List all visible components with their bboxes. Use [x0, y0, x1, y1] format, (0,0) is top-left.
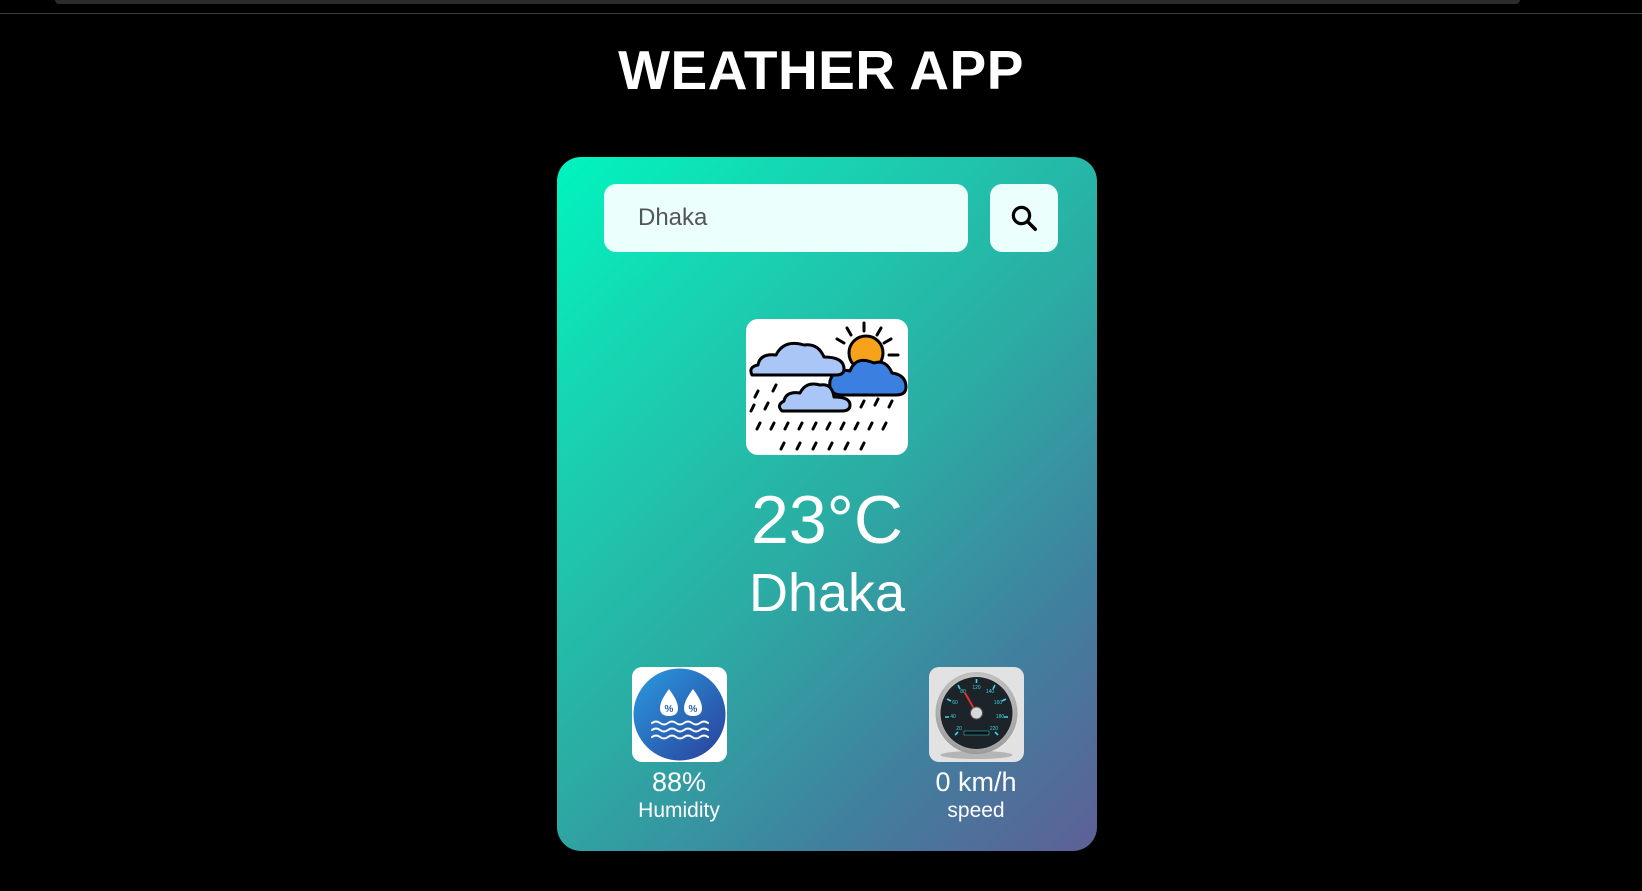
svg-text:120: 120 — [972, 685, 981, 691]
svg-text:20: 20 — [956, 726, 962, 732]
search-icon — [1011, 205, 1037, 231]
svg-text:160: 160 — [993, 700, 1002, 706]
wind-detail: 20 40 60 80 120 140 160 180 220 0 km/h s… — [906, 667, 1046, 823]
humidity-icon: % % — [633, 668, 725, 761]
cloud-sun-rain-icon — [749, 321, 908, 451]
browser-top-bar — [0, 0, 1642, 14]
humidity-label: Humidity — [638, 798, 720, 822]
svg-text:40: 40 — [950, 714, 956, 720]
city-search-input[interactable] — [604, 184, 968, 252]
city-name: Dhaka — [748, 563, 906, 623]
wind-speed-label: speed — [947, 798, 1005, 822]
svg-text:%: % — [688, 704, 697, 715]
humidity-value: 88% — [651, 767, 707, 797]
humidity-detail: % % 88% Humidity — [609, 667, 749, 823]
temperature: 23°C — [751, 482, 903, 558]
svg-text:220: 220 — [989, 726, 998, 732]
svg-text:%: % — [664, 704, 673, 715]
browser-tab-strip — [55, 0, 1520, 4]
speedometer-icon: 20 40 60 80 120 140 160 180 220 — [935, 672, 1017, 759]
search-button[interactable] — [990, 184, 1058, 252]
svg-text:60: 60 — [952, 700, 958, 706]
weather-icon-frame — [746, 319, 908, 455]
wind-speed-value: 0 km/h — [935, 767, 1017, 797]
weather-card: 23°C Dhaka % % — [557, 157, 1097, 851]
app-title: WEATHER APP — [618, 39, 1024, 101]
svg-text:180: 180 — [995, 714, 1004, 720]
svg-text:140: 140 — [985, 689, 994, 695]
humidity-icon-frame: % % — [631, 667, 727, 762]
wind-icon-frame: 20 40 60 80 120 140 160 180 220 — [928, 667, 1024, 762]
